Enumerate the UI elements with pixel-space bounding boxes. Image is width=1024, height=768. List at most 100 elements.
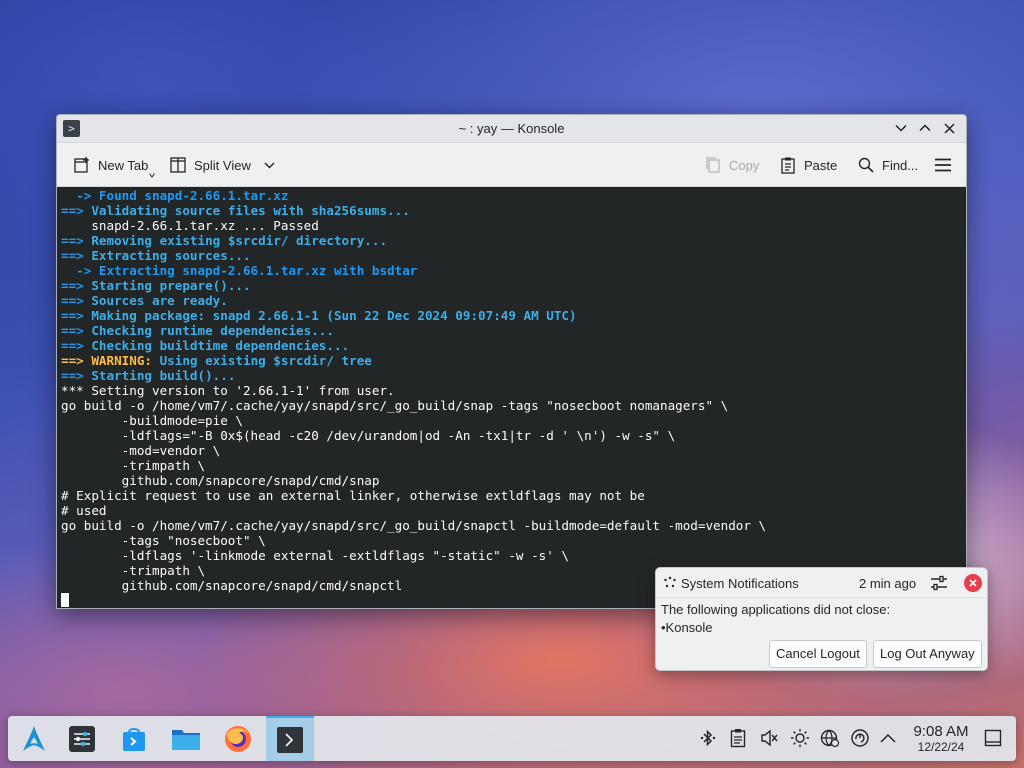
notification-message: The following applications did not close… bbox=[661, 602, 891, 617]
clipboard-icon bbox=[730, 729, 746, 748]
find-label: Find... bbox=[882, 157, 919, 173]
terminal-text-segment: ==> bbox=[61, 278, 92, 293]
volume-muted-icon bbox=[761, 729, 778, 747]
digital-clock[interactable]: 9:08 AM 12/22/24 bbox=[903, 723, 979, 754]
minimize-button[interactable] bbox=[892, 119, 910, 137]
new-tab-button[interactable]: New Tab bbox=[73, 143, 155, 187]
firefox-icon bbox=[225, 725, 251, 752]
window-title: ~ : yay — Konsole bbox=[458, 120, 565, 136]
terminal-line: ==> Starting build()... bbox=[61, 368, 966, 383]
terminal-text-segment: github.com/snapcore/snapd/cmd/snap bbox=[61, 473, 380, 488]
updates-tray[interactable] bbox=[850, 728, 870, 748]
terminal-text-segment: # Explicit request to use an external li… bbox=[61, 488, 645, 503]
split-view-button[interactable]: Split View bbox=[169, 143, 275, 187]
terminal-text-segment: -> Extracting snapd-2.66.1.tar.xz with b… bbox=[61, 263, 418, 278]
discover-launcher[interactable] bbox=[110, 716, 158, 761]
terminal-line: ==> Checking buildtime dependencies... bbox=[61, 338, 966, 353]
new-tab-label: New Tab bbox=[98, 157, 149, 173]
notification-divider bbox=[656, 597, 987, 598]
clock-time: 9:08 AM bbox=[913, 723, 969, 740]
terminal-line: ==> WARNING: Using existing $srcdir/ tre… bbox=[61, 353, 966, 368]
notification-app-name: System Notifications bbox=[681, 576, 799, 591]
terminal-line: *** Setting version to '2.66.1-1' from u… bbox=[61, 383, 966, 398]
terminal-line: # used bbox=[61, 503, 966, 518]
terminal-text-segment: ==> bbox=[61, 323, 92, 338]
discover-icon bbox=[123, 727, 145, 751]
terminal-text-segment: -trimpath \ bbox=[61, 458, 206, 473]
bluetooth-tray[interactable] bbox=[698, 728, 718, 748]
terminal-line: go build -o /home/vm7/.cache/yay/snapd/s… bbox=[61, 398, 966, 413]
terminal-text-segment: -buildmode=pie \ bbox=[61, 413, 243, 428]
terminal-text-segment: Making package: snapd 2.66.1-1 (Sun 22 D… bbox=[91, 308, 577, 323]
split-view-label: Split View bbox=[194, 157, 251, 173]
copy-button[interactable]: Copy bbox=[704, 143, 759, 187]
show-desktop-button[interactable] bbox=[983, 728, 1003, 748]
terminal-text-segment: Checking runtime dependencies... bbox=[91, 323, 334, 338]
clock-date: 12/22/24 bbox=[917, 740, 965, 754]
terminal-text-segment: Starting build()... bbox=[91, 368, 236, 383]
terminal-text-segment: Checking buildtime dependencies... bbox=[91, 338, 350, 353]
find-button[interactable]: Find... bbox=[857, 143, 918, 187]
new-tab-icon bbox=[73, 156, 91, 174]
show-hidden-tray-button[interactable] bbox=[878, 728, 898, 748]
terminal-text-segment: ==> bbox=[61, 293, 92, 308]
terminal-line: github.com/snapcore/snapd/cmd/snap bbox=[61, 473, 966, 488]
maximize-button[interactable] bbox=[916, 119, 934, 137]
paste-button[interactable]: Paste bbox=[779, 143, 837, 187]
terminal-line: ==> Making package: snapd 2.66.1-1 (Sun … bbox=[61, 308, 966, 323]
notification-app-list-item: •Konsole bbox=[661, 620, 713, 635]
terminal-line: -> Extracting snapd-2.66.1.tar.xz with b… bbox=[61, 263, 966, 278]
terminal-text-segment: -trimpath \ bbox=[61, 563, 206, 578]
terminal-line: ==> Checking runtime dependencies... bbox=[61, 323, 966, 338]
terminal-text-segment: Using existing $srcdir/ tree bbox=[159, 353, 372, 368]
network-tray[interactable] bbox=[820, 728, 840, 748]
volume-tray[interactable] bbox=[759, 728, 779, 748]
notification-close-button[interactable] bbox=[964, 574, 982, 592]
title-bar[interactable]: > ~ : yay — Konsole bbox=[57, 115, 966, 143]
terminal-text-segment: -tags "nosecboot" \ bbox=[61, 533, 266, 548]
chevron-down-icon bbox=[895, 124, 907, 132]
system-settings-launcher[interactable] bbox=[58, 716, 106, 761]
close-icon bbox=[943, 122, 955, 134]
terminal-text-segment: ==> bbox=[61, 203, 92, 218]
update-icon bbox=[851, 729, 869, 747]
cancel-logout-button[interactable]: Cancel Logout bbox=[769, 640, 867, 668]
file-manager-launcher[interactable] bbox=[162, 716, 210, 761]
terminal-line: ==> Validating source files with sha256s… bbox=[61, 203, 966, 218]
arch-linux-icon bbox=[23, 725, 45, 751]
terminal-line: -mod=vendor \ bbox=[61, 443, 966, 458]
close-icon bbox=[969, 579, 977, 587]
terminal-text-segment: go build -o /home/vm7/.cache/yay/snapd/s… bbox=[61, 398, 729, 413]
network-icon bbox=[820, 729, 840, 748]
notification-settings-icon[interactable] bbox=[929, 574, 949, 592]
chevron-up-icon bbox=[919, 124, 931, 132]
dropdown-indicator-icon bbox=[149, 173, 155, 178]
terminal-line: -ldflags '-linkmode external -extldflags… bbox=[61, 548, 966, 563]
logout-notification: System Notifications 2 min ago The follo… bbox=[655, 567, 988, 671]
brightness-tray[interactable] bbox=[790, 728, 810, 748]
logout-anyway-button[interactable]: Log Out Anyway bbox=[873, 640, 982, 668]
terminal-text-segment: github.com/snapcore/snapd/cmd/snapctl bbox=[61, 578, 403, 593]
konsole-icon bbox=[277, 726, 303, 753]
terminal-line: -> Found snapd-2.66.1.tar.xz bbox=[61, 188, 966, 203]
terminal-line: snapd-2.66.1.tar.xz ... Passed bbox=[61, 218, 966, 233]
bluetooth-icon bbox=[700, 729, 716, 747]
hamburger-menu-button[interactable] bbox=[934, 143, 952, 187]
application-launcher-button[interactable] bbox=[10, 716, 58, 761]
firefox-launcher[interactable] bbox=[214, 716, 262, 761]
copy-icon bbox=[704, 156, 722, 174]
split-view-icon bbox=[169, 156, 187, 174]
terminal-output[interactable]: -> Found snapd-2.66.1.tar.xz ==> Validati… bbox=[57, 187, 966, 608]
terminal-text-segment: -> Found snapd-2.66.1.tar.xz bbox=[61, 188, 289, 203]
terminal-line: -ldflags="-B 0x$(head -c20 /dev/urandom|… bbox=[61, 428, 966, 443]
terminal-text-segment: ==> bbox=[61, 368, 92, 383]
close-button[interactable] bbox=[940, 119, 958, 137]
konsole-window[interactable]: > ~ : yay — Konsole New Tab Split View C… bbox=[56, 114, 967, 609]
konsole-task-button[interactable] bbox=[266, 716, 314, 761]
brightness-icon bbox=[791, 729, 809, 747]
terminal-cursor bbox=[61, 593, 69, 607]
terminal-text-segment: -ldflags '-linkmode external -extldflags… bbox=[61, 548, 569, 563]
clipboard-tray[interactable] bbox=[728, 728, 748, 748]
terminal-line: -tags "nosecboot" \ bbox=[61, 533, 966, 548]
terminal-text-segment: ==> bbox=[61, 338, 92, 353]
